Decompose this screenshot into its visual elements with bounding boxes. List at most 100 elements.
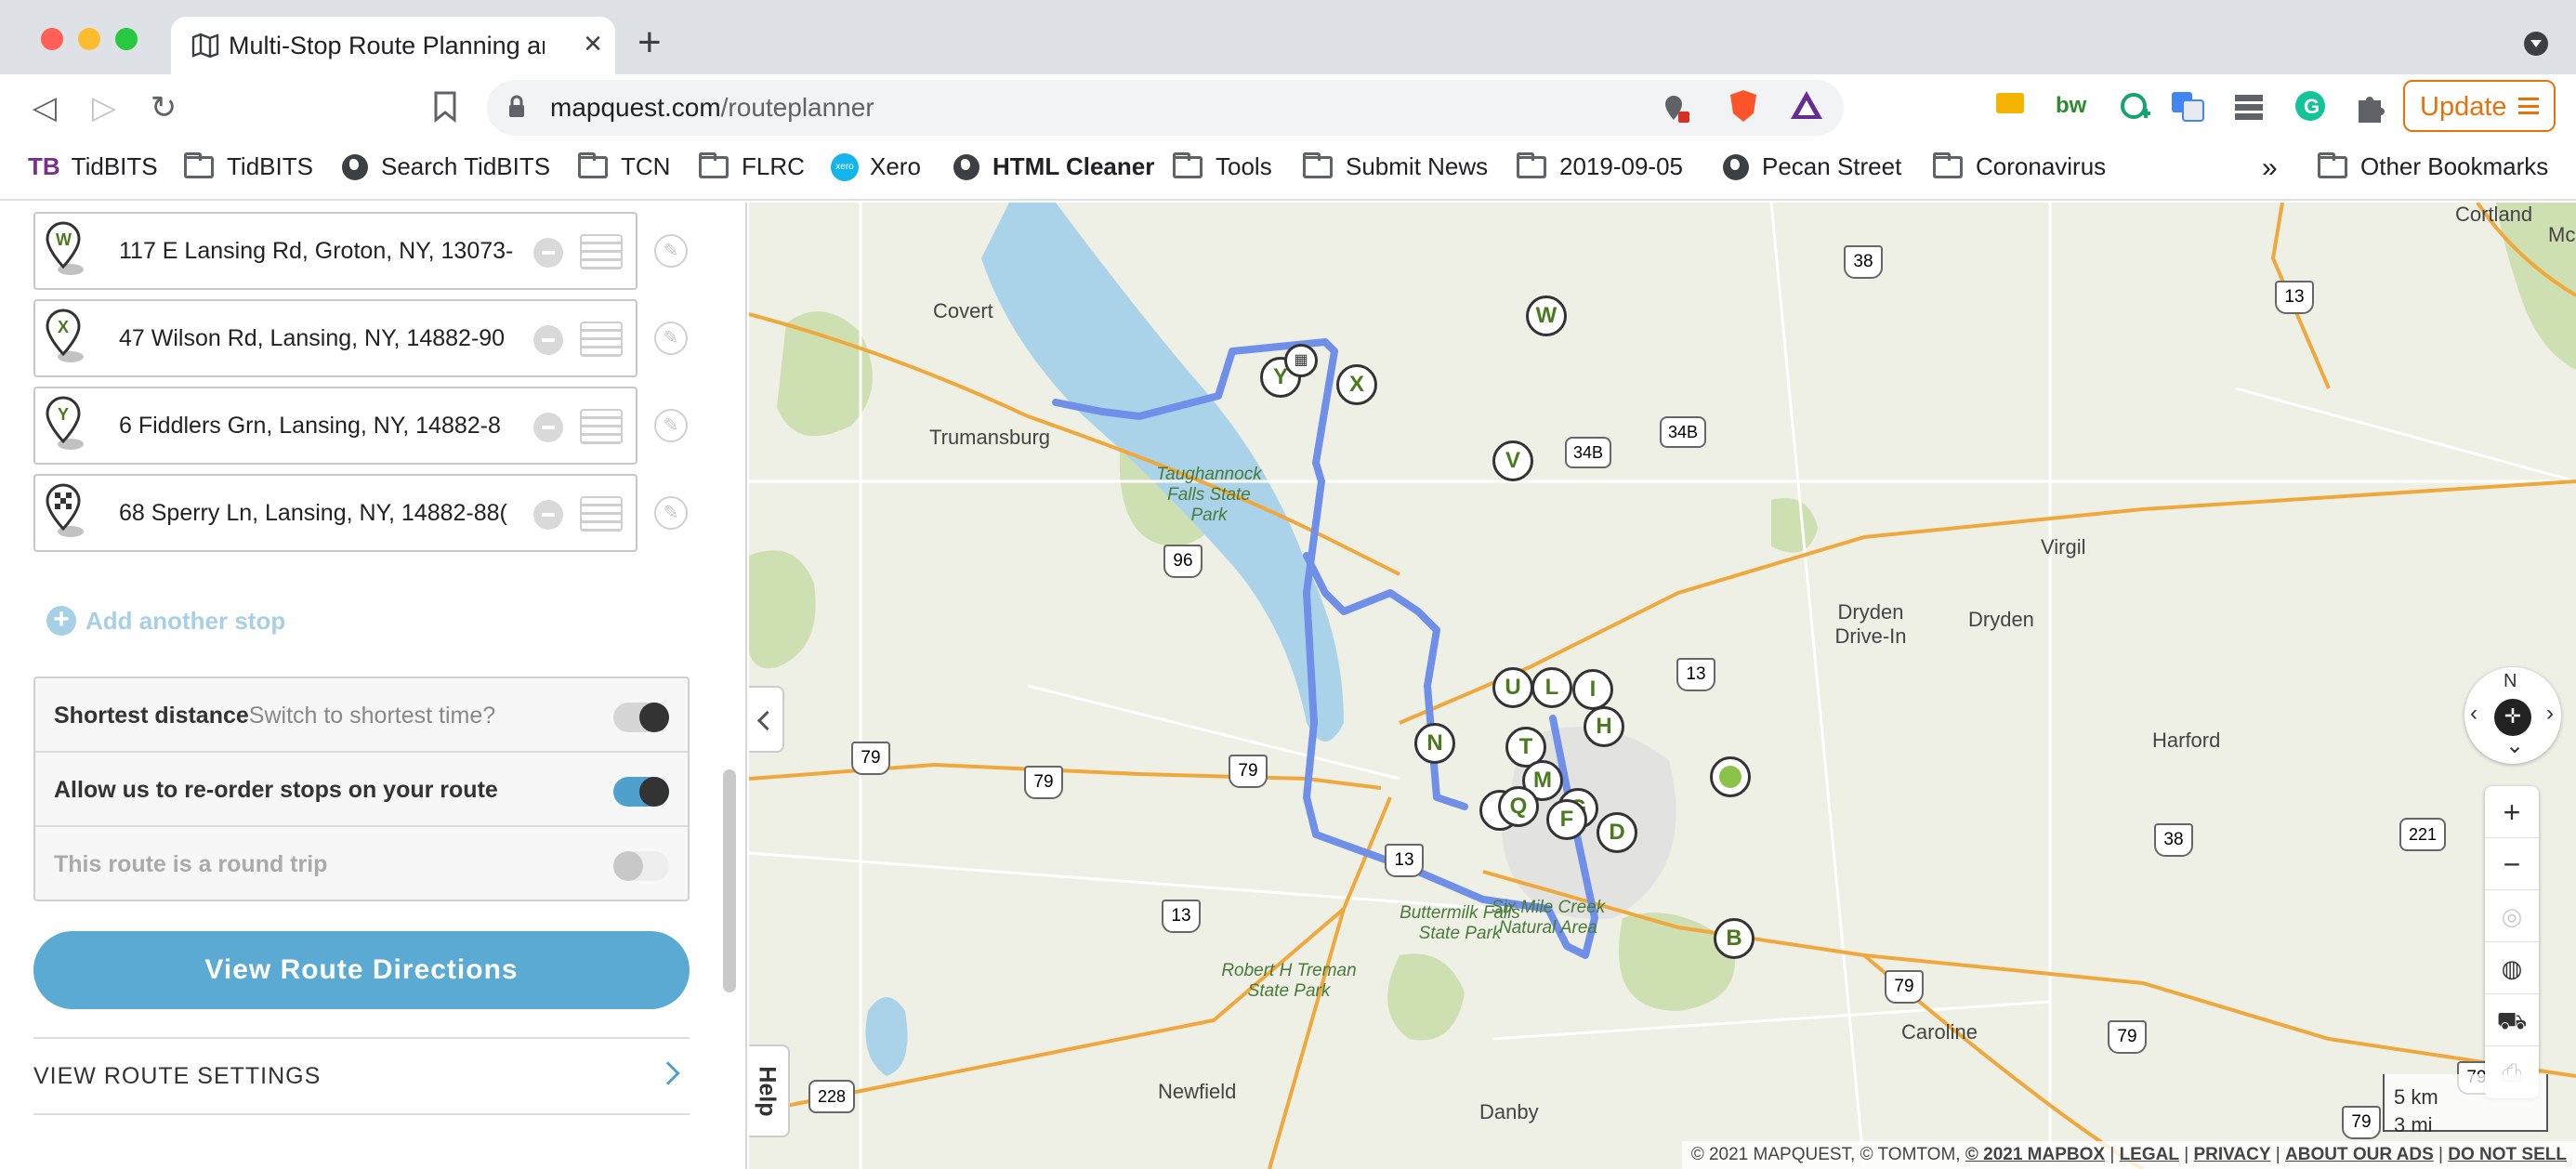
stop-address[interactable]: 68 Sperry Ln, Lansing, NY, 14882-88( xyxy=(119,500,532,527)
tab-search-button[interactable] xyxy=(2524,32,2548,56)
forward-icon[interactable]: ▷ xyxy=(82,85,126,130)
edit-stop-icon[interactable]: ✎ xyxy=(654,234,688,268)
help-tab[interactable]: Help xyxy=(749,1044,790,1137)
map-pin-finish-flag-icon[interactable]: ▦ xyxy=(1284,344,1318,377)
back-icon[interactable]: ◁ xyxy=(22,85,67,130)
map-pin-i[interactable]: I xyxy=(1572,669,1613,710)
map-pin-x[interactable]: X xyxy=(1336,364,1377,405)
reorder-stops-toggle[interactable] xyxy=(613,777,669,807)
stop-address[interactable]: 117 E Lansing Rd, Groton, NY, 13073- xyxy=(119,238,532,265)
other-bookmarks[interactable]: Other Bookmarks xyxy=(2318,151,2548,181)
bw-ext-icon[interactable]: bw xyxy=(2056,93,2086,119)
extensions-puzzle-icon[interactable] xyxy=(2351,87,2388,125)
svg-text:X: X xyxy=(58,318,69,336)
do-not-sell-link[interactable]: DO NOT SELL xyxy=(2448,1145,2567,1164)
map-pin-v[interactable]: V xyxy=(1492,440,1533,481)
messages-ext-icon[interactable] xyxy=(1994,87,2031,125)
add-stop-button[interactable]: + Add another stop xyxy=(46,606,285,636)
map-pin-d[interactable]: D xyxy=(1597,812,1637,853)
bookmarks-overflow-button[interactable]: » xyxy=(2262,152,2278,184)
bookmark-html-cleaner[interactable]: HTML Cleaner xyxy=(953,152,1154,181)
address-bar[interactable]: mapquest.com/routeplanner xyxy=(487,80,1844,136)
map-pin-f[interactable]: F xyxy=(1546,799,1587,840)
map-view[interactable]: Cortland McGra Covert Trumansburg Taugha… xyxy=(749,203,2576,1169)
location-blocked-icon[interactable] xyxy=(1660,93,1691,125)
bookmark-folder-2019-09-05[interactable]: 2019-09-05 xyxy=(1517,151,1683,181)
bookmark-folder-tools[interactable]: Tools xyxy=(1173,151,1272,181)
reload-icon[interactable]: ↻ xyxy=(141,85,186,130)
shortest-distance-toggle[interactable] xyxy=(613,703,669,732)
map-canvas[interactable] xyxy=(749,203,2576,1169)
bookmark-folder-flrc[interactable]: FLRC xyxy=(699,151,805,181)
edit-stop-icon[interactable]: ✎ xyxy=(654,409,688,442)
round-trip-toggle[interactable] xyxy=(613,851,669,881)
map-pin-u[interactable]: U xyxy=(1492,667,1533,708)
stop-row-finish[interactable]: 68 Sperry Ln, Lansing, NY, 14882-88( xyxy=(33,474,637,552)
stop-row-y[interactable]: Y 6 Fiddlers Grn, Lansing, NY, 14882-8 xyxy=(33,387,637,465)
drag-handle-icon[interactable] xyxy=(580,322,623,357)
map-pin-l[interactable]: L xyxy=(1531,667,1572,708)
pan-left-icon[interactable]: ‹ xyxy=(2470,701,2477,727)
bookmark-pecan-street[interactable]: Pecan Street xyxy=(1723,152,1901,181)
grammar-ext-icon[interactable] xyxy=(2117,87,2154,125)
locate-me-icon[interactable]: ◎ xyxy=(2485,890,2539,942)
pan-right-icon[interactable]: › xyxy=(2546,701,2554,727)
close-window-button[interactable] xyxy=(41,28,63,50)
collapse-panel-button[interactable] xyxy=(749,686,784,753)
edit-stop-icon[interactable]: ✎ xyxy=(654,496,688,530)
stop-row-w[interactable]: W 117 E Lansing Rd, Groton, NY, 13073- xyxy=(33,212,637,290)
minimize-window-button[interactable] xyxy=(78,28,100,50)
maximize-window-button[interactable] xyxy=(115,28,138,50)
remove-stop-button[interactable] xyxy=(533,325,563,355)
tab-route-planner[interactable]: Multi-Stop Route Planning and O × xyxy=(171,17,615,74)
edit-stop-icon[interactable]: ✎ xyxy=(654,322,688,355)
brave-shield-icon[interactable] xyxy=(1725,87,1762,125)
pan-down-icon[interactable]: ⌄ xyxy=(2505,732,2524,759)
bookmark-tidbits-site[interactable]: TB TidBITS xyxy=(28,152,158,181)
bookmark-folder-tidbits[interactable]: TidBITS xyxy=(184,151,313,181)
panel-scrollbar[interactable] xyxy=(723,769,736,992)
bookmark-folder-submit-news[interactable]: Submit News xyxy=(1303,151,1488,181)
bookmark-folder-coronavirus[interactable]: Coronavirus xyxy=(1933,151,2106,181)
drag-handle-icon[interactable] xyxy=(580,234,623,269)
legal-link[interactable]: LEGAL xyxy=(2120,1145,2179,1164)
new-tab-button[interactable]: + xyxy=(637,22,662,63)
remove-stop-button[interactable] xyxy=(533,500,563,530)
translate-ext-icon[interactable] xyxy=(2169,87,2206,125)
map-pin-n[interactable]: N xyxy=(1414,723,1455,764)
books-ext-icon[interactable] xyxy=(2230,87,2267,125)
recenter-icon[interactable]: ✛ xyxy=(2494,699,2531,736)
bookmark-search-tidbits[interactable]: Search TidBITS xyxy=(342,152,550,181)
stop-row-x[interactable]: X 47 Wilson Rd, Lansing, NY, 14882-90 xyxy=(33,299,637,377)
view-route-directions-button[interactable]: View Route Directions xyxy=(33,931,690,1009)
bookmark-xero[interactable]: xero Xero xyxy=(831,152,921,181)
map-pin-start[interactable] xyxy=(1710,756,1751,797)
map-style-globe-icon[interactable]: ◍ xyxy=(2485,942,2539,994)
zoom-out-button[interactable]: − xyxy=(2485,838,2539,890)
brave-rewards-icon[interactable] xyxy=(1788,87,1825,125)
map-pin-h[interactable]: H xyxy=(1584,706,1624,747)
remove-stop-button[interactable] xyxy=(533,238,563,268)
remove-stop-button[interactable] xyxy=(533,413,563,442)
bookmark-folder-tcn[interactable]: TCN xyxy=(578,151,670,181)
update-button[interactable]: Update xyxy=(2403,80,2556,132)
stop-address[interactable]: 6 Fiddlers Grn, Lansing, NY, 14882-8 xyxy=(119,413,532,440)
zoom-in-button[interactable]: + xyxy=(2485,786,2539,838)
compass-control[interactable]: N ‹ › ⌄ ✛ xyxy=(2464,667,2561,764)
bookmark-icon[interactable] xyxy=(433,91,457,123)
stop-address[interactable]: 47 Wilson Rd, Lansing, NY, 14882-90 xyxy=(119,325,532,352)
map-pin-b[interactable]: B xyxy=(1714,918,1755,959)
map-pin-q[interactable]: Q xyxy=(1498,786,1539,827)
route-shield: 79 xyxy=(1024,766,1063,799)
drag-handle-icon[interactable] xyxy=(580,496,623,532)
about-ads-link[interactable]: ABOUT OUR ADS xyxy=(2285,1145,2434,1164)
close-icon[interactable]: × xyxy=(584,26,602,62)
traffic-car-icon[interactable]: ⛟ xyxy=(2485,994,2539,1046)
switch-shortest-time-link[interactable]: Switch to shortest time? xyxy=(249,703,495,729)
map-pin-w[interactable]: W xyxy=(1526,296,1567,336)
view-route-settings[interactable]: VIEW ROUTE SETTINGS xyxy=(33,1037,690,1115)
grammarly-icon[interactable]: G xyxy=(2292,87,2329,125)
drag-handle-icon[interactable] xyxy=(580,409,623,444)
mapbox-link[interactable]: © 2021 MAPBOX xyxy=(1965,1145,2105,1164)
privacy-link[interactable]: PRIVACY xyxy=(2193,1145,2270,1164)
